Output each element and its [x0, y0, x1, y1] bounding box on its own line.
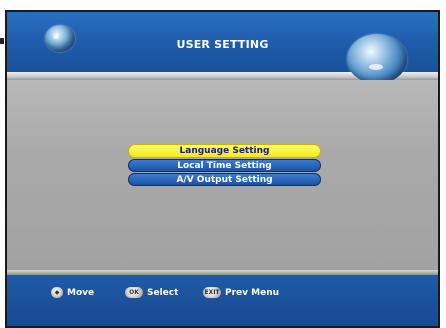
hint-prev-menu: EXIT Prev Menu	[203, 287, 279, 298]
settings-menu: Language Setting Local Time Setting A/V …	[128, 144, 321, 186]
bubble-decoration-icon	[347, 34, 407, 84]
ok-key-icon: OK	[125, 287, 143, 298]
footer-bar: ◆ Move OK Select EXIT Prev Menu	[7, 275, 438, 326]
hint-move: ◆ Move	[51, 287, 94, 298]
exit-key-icon: EXIT	[203, 287, 221, 298]
hint-move-label: Move	[67, 287, 95, 298]
hint-select: OK Select	[125, 287, 178, 298]
menu-item-av-output-setting[interactable]: A/V Output Setting	[128, 173, 321, 186]
menu-item-local-time-setting[interactable]: Local Time Setting	[128, 159, 321, 172]
hint-select-label: Select	[147, 287, 179, 298]
menu-item-language-setting[interactable]: Language Setting	[128, 144, 321, 158]
edge-mark	[0, 38, 4, 44]
hint-prev-label: Prev Menu	[225, 287, 280, 298]
tv-frame: USER SETTING Language Setting Local Time…	[0, 0, 446, 328]
main-panel: Language Setting Local Time Setting A/V …	[7, 80, 438, 270]
dpad-icon: ◆	[51, 287, 63, 298]
osd-screen: USER SETTING Language Setting Local Time…	[5, 10, 440, 328]
